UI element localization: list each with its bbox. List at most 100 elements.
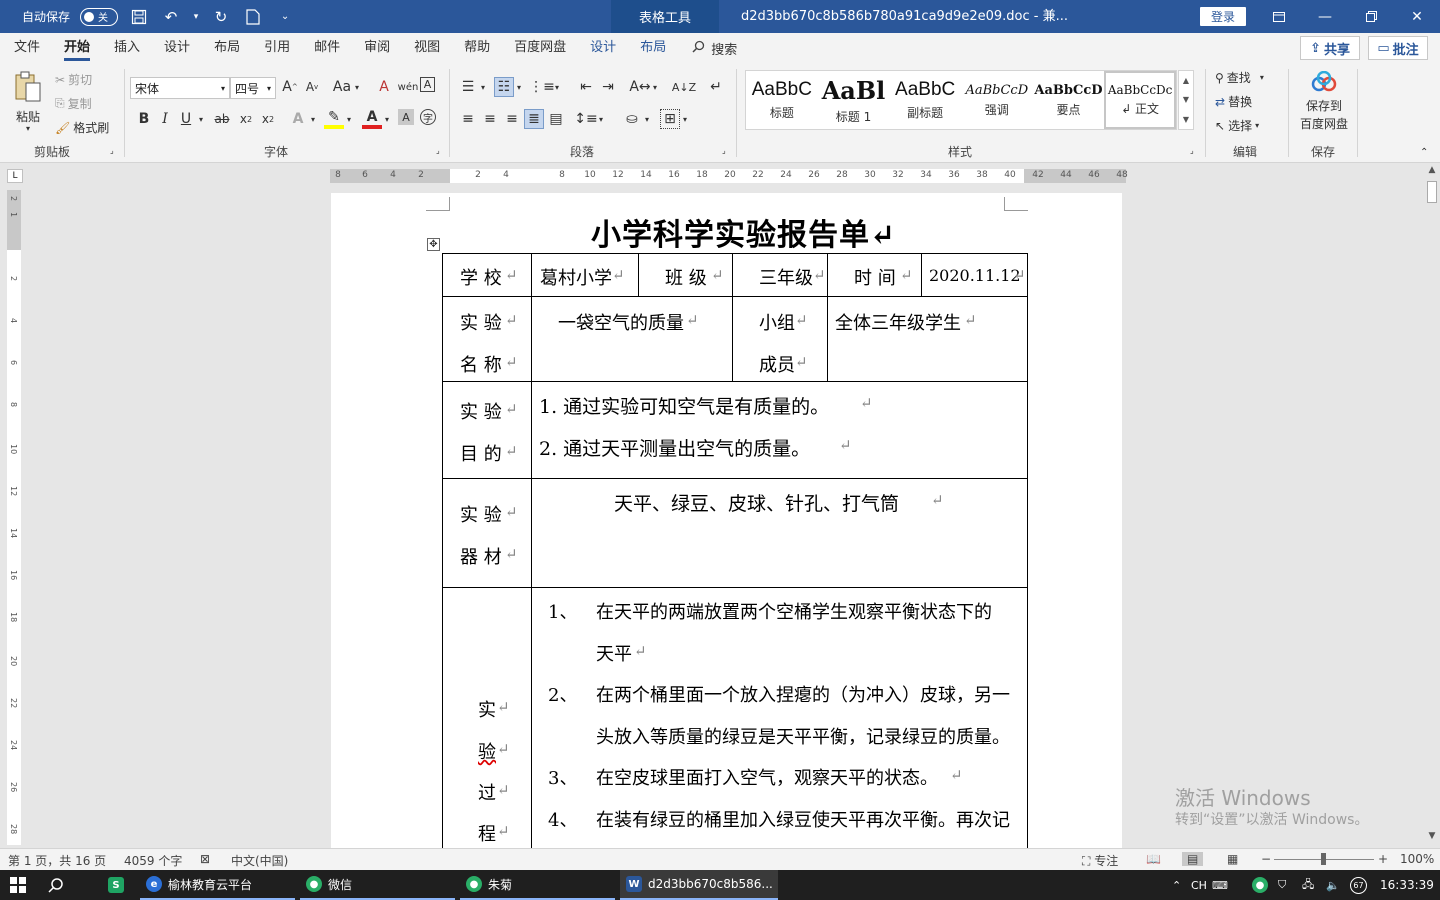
style-heading-1[interactable]: AaBl 标题 1 <box>818 71 890 129</box>
style-strong[interactable]: AaBbCcD 要点 <box>1033 71 1105 129</box>
tab-table-design[interactable]: 设计 <box>578 33 628 63</box>
highlight-icon[interactable]: ✎ ▾ <box>324 109 351 129</box>
battery-indicator[interactable]: 67 <box>1350 870 1367 900</box>
proofing-icon[interactable]: ⊠ <box>200 852 210 866</box>
zoom-out-icon[interactable]: − <box>1261 852 1271 866</box>
clear-formatting-icon[interactable]: A <box>374 77 394 97</box>
vertical-scrollbar[interactable]: ▲ ▼ <box>1424 163 1440 848</box>
scroll-down-icon[interactable]: ▼ <box>1424 831 1440 845</box>
process-cell[interactable]: 1、 在天平的两端放置两个空桶学生观察平衡状态下的 天平 ↵ 2、 在两个桶里面一… <box>531 587 1028 852</box>
style-title[interactable]: AaBbC 标题 <box>746 71 818 129</box>
taskbar-app-word[interactable]: Wd2d3bb670c8b586... <box>620 870 778 900</box>
zoom-in-icon[interactable]: + <box>1378 852 1388 866</box>
format-painter-button[interactable]: 🖌 格式刷 <box>55 119 109 136</box>
style-normal[interactable]: AaBbCcDc ↲ 正文 <box>1104 71 1176 129</box>
tray-overflow-icon[interactable]: ⌃ <box>1172 870 1181 900</box>
tab-review[interactable]: 审阅 <box>352 33 402 63</box>
vertical-ruler[interactable]: 2 1 2 4 6 8 10 12 14 16 18 20 22 24 26 28 <box>7 190 21 845</box>
clock[interactable]: 16:33:39 <box>1380 870 1434 900</box>
save-to-baidu-button[interactable]: 保存到 百度网盘 <box>1296 70 1352 132</box>
input-language[interactable]: CH <box>1191 870 1207 900</box>
justify-icon[interactable]: ≣ <box>524 109 544 129</box>
document-heading[interactable]: 小学科学实验报告单↵ <box>591 210 896 254</box>
align-left-icon[interactable]: ≡ <box>458 109 478 129</box>
share-button[interactable]: ⇪ 共享 <box>1300 36 1360 60</box>
chevron-down-icon[interactable]: ▼ <box>1183 95 1189 104</box>
replace-button[interactable]: ⇄ 替换 <box>1215 93 1252 110</box>
style-subtitle[interactable]: AaBbC 副标题 <box>889 71 961 129</box>
paste-dropdown-icon[interactable]: ▾ <box>26 124 30 133</box>
tab-layout[interactable]: 布局 <box>202 33 252 63</box>
scroll-thumb[interactable] <box>1427 181 1437 203</box>
time-label-cell[interactable]: 时 间 ↵ <box>827 253 922 297</box>
sort-icon[interactable]: A↓Z <box>672 77 696 97</box>
more-styles-icon[interactable]: ▼ <box>1183 115 1189 124</box>
autosave-toggle[interactable]: 关 <box>80 7 119 26</box>
undo-icon[interactable]: ↶ <box>160 6 182 28</box>
zoom-slider-thumb[interactable] <box>1321 853 1326 865</box>
taskbar-app-zhuju[interactable]: ● 朱菊 <box>460 870 615 900</box>
phonetic-guide-icon[interactable]: wén <box>398 77 419 97</box>
paste-button[interactable]: 粘贴 ▾ <box>14 71 42 133</box>
character-border-icon[interactable]: A <box>420 77 435 92</box>
language[interactable]: 中文(中国) <box>231 852 288 869</box>
underline-icon[interactable]: U ▾ <box>176 109 203 129</box>
tab-insert[interactable]: 插入 <box>102 33 152 63</box>
collapse-ribbon-icon[interactable]: ⌃ <box>1420 147 1428 158</box>
superscript-icon[interactable]: x2 <box>258 109 278 129</box>
minimize-icon[interactable]: — <box>1302 0 1348 33</box>
styles-scroll[interactable]: ▲ ▼ ▼ <box>1178 70 1194 130</box>
focus-mode[interactable]: ⛶ 专注 <box>1082 852 1118 869</box>
character-shading-icon[interactable]: A <box>398 109 414 125</box>
borders-icon[interactable]: ⊞ ▾ <box>660 109 687 129</box>
restore-icon[interactable] <box>1348 0 1394 33</box>
bullets-icon[interactable]: ☰ ▾ <box>458 77 485 97</box>
comments-button[interactable]: ▭ 批注 <box>1368 36 1428 60</box>
line-spacing-icon[interactable]: ↕≡ ▾ <box>574 109 603 129</box>
show-marks-icon[interactable]: ↵ <box>706 77 726 97</box>
italic-icon[interactable]: I <box>155 109 175 129</box>
tab-mailings[interactable]: 邮件 <box>302 33 352 63</box>
class-label-cell[interactable]: 班 级 ↵ <box>638 253 733 297</box>
style-emphasis[interactable]: AaBbCcD 强调 <box>961 71 1033 129</box>
read-mode-icon[interactable]: 📖 <box>1146 852 1161 866</box>
grow-font-icon[interactable]: A ^ <box>280 77 300 97</box>
customize-toolbar-icon[interactable]: ⌄ <box>274 6 296 28</box>
tab-design[interactable]: 设计 <box>152 33 202 63</box>
font-launcher-icon[interactable]: ⌟ <box>436 146 440 155</box>
page-count[interactable]: 第 1 页，共 16 页 <box>8 852 106 869</box>
multilevel-list-icon[interactable]: ⋮≡ ▾ <box>529 77 559 97</box>
network-icon[interactable]: 🖧 <box>1302 870 1314 900</box>
subscript-icon[interactable]: x2 <box>236 109 256 129</box>
close-icon[interactable]: ✕ <box>1394 0 1440 33</box>
redo-icon[interactable]: ↻ <box>210 6 232 28</box>
experiment-name-cell[interactable]: 一袋空气的质量 ↵ <box>531 296 733 382</box>
tab-selector[interactable]: L <box>7 169 23 183</box>
decrease-indent-icon[interactable]: ⇤ <box>576 77 596 97</box>
volume-icon[interactable]: 🔈 <box>1326 870 1340 900</box>
spreadsheet-app-icon[interactable]: S <box>106 870 126 900</box>
search-icon[interactable] <box>46 870 66 900</box>
paragraph-launcher-icon[interactable]: ⌟ <box>722 146 726 155</box>
tab-home[interactable]: 开始 <box>52 33 102 63</box>
group-cell[interactable]: 全体三年级学生 ↵ <box>827 296 1028 382</box>
experiment-name-label-cell[interactable]: 实 验 ↵ 名 称 ↵ <box>442 296 532 382</box>
undo-dropdown-icon[interactable]: ▾ <box>192 6 200 28</box>
chinese-layout-icon[interactable]: A↔ ▾ <box>629 77 657 97</box>
web-layout-icon[interactable]: ▦ <box>1227 852 1238 866</box>
chevron-up-icon[interactable]: ▲ <box>1183 76 1189 85</box>
materials-cell[interactable]: 天平、绿豆、皮球、针孔、打气筒 ↵ <box>531 478 1028 588</box>
font-color-icon[interactable]: A ▾ <box>362 109 389 129</box>
align-center-icon[interactable]: ≡ <box>480 109 500 129</box>
table-move-handle-icon[interactable]: ✥ <box>427 238 440 251</box>
increase-indent-icon[interactable]: ⇥ <box>598 77 618 97</box>
zoom-level[interactable]: 100% <box>1400 852 1434 866</box>
school-label-cell[interactable]: 学 校 ↵ <box>442 253 532 297</box>
time-cell[interactable]: 2020.11.12 ↵ <box>921 253 1028 297</box>
keyboard-icon[interactable]: ⌨ <box>1212 870 1228 900</box>
clipboard-launcher-icon[interactable]: ⌟ <box>110 146 114 155</box>
taskbar-app-wechat[interactable]: ● 微信 <box>300 870 455 900</box>
strikethrough-icon[interactable]: ab <box>212 109 232 129</box>
horizontal-ruler[interactable]: 8 6 4 2 2 4 8 10 12 14 16 18 20 22 24 26 28 30 32 34 36 38 40 4… <box>330 169 1128 183</box>
new-doc-icon[interactable] <box>242 6 264 28</box>
